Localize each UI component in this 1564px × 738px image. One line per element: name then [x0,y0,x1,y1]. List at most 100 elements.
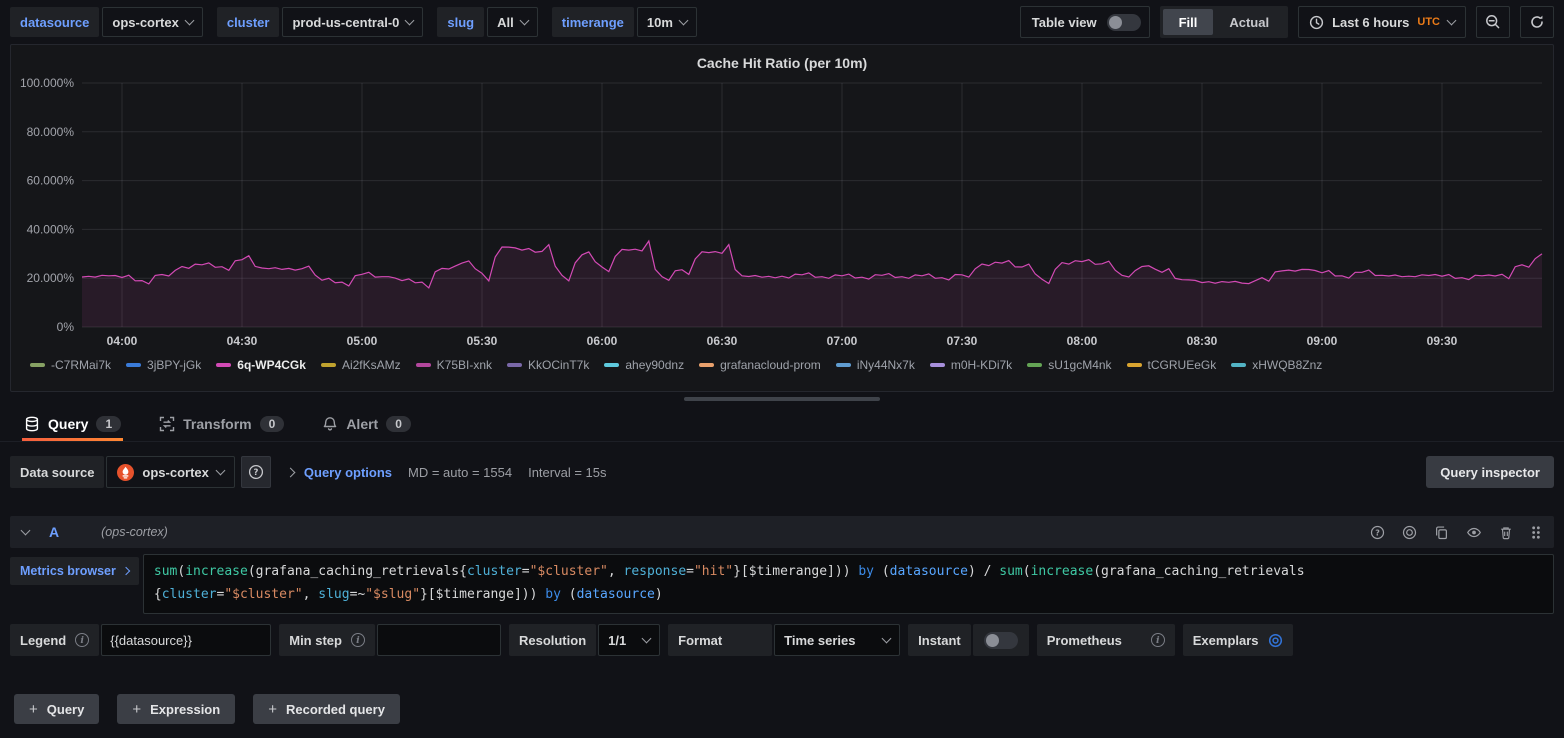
table-view-label: Table view [1032,15,1097,30]
zoom-out-icon [1485,14,1501,30]
bell-icon [322,416,338,432]
format-select[interactable]: Time series [774,624,900,656]
chevron-down-icon [519,16,529,26]
legend-swatch [507,363,522,367]
svg-text:05:30: 05:30 [467,334,498,348]
legend-item[interactable]: K75BI-xnk [416,358,492,372]
datasource-name: ops-cortex [142,465,208,480]
info-icon[interactable]: i [1151,633,1165,647]
legend-swatch [930,363,945,367]
actual-button[interactable]: Actual [1213,9,1285,35]
datasource-picker[interactable]: ops-cortex [106,456,234,488]
variable-value-slug[interactable]: All [487,7,538,37]
legend-series-name: KkOCinT7k [528,358,589,372]
record-icon[interactable] [1402,525,1417,540]
hide-icon[interactable] [1466,525,1482,540]
tab-query[interactable]: Query1 [22,410,123,441]
display-mode-group: Fill Actual [1160,6,1289,38]
query-inspector-button[interactable]: Query inspector [1426,456,1554,488]
format-value: Time series [784,633,855,648]
refresh-icon [1529,14,1545,30]
legend-item[interactable]: -C7RMai7k [30,358,111,372]
legend-swatch [1231,363,1246,367]
metrics-browser-label: Metrics browser [20,564,116,578]
metrics-browser-button[interactable]: Metrics browser [10,557,139,585]
legend-item[interactable]: KkOCinT7k [507,358,589,372]
drag-icon[interactable] [1530,525,1542,540]
time-range-picker[interactable]: Last 6 hours UTC [1298,6,1466,38]
pane-resize-handle[interactable] [684,397,880,401]
resolution-label-box: Resolution [509,624,596,656]
query-ref-id[interactable]: A [49,524,59,540]
prometheus-icon [117,464,134,481]
add-query-button[interactable]: +Query [14,694,99,724]
editor-tabs: Query1 Transform0 Alert 0 [0,406,1564,442]
tab-transform[interactable]: Transform0 [157,410,286,441]
exemplars-label: Exemplars [1193,633,1259,648]
variable-value-text: prod-us-central-0 [292,15,399,30]
add-recorded-query-button[interactable]: +Recorded query [253,694,400,724]
resolution-value: 1/1 [608,633,626,648]
min-step-input[interactable] [377,624,501,656]
variable-value-text: 10m [647,15,673,30]
legend-input[interactable] [101,624,271,656]
tab-count-badge: 0 [386,416,411,432]
query-options-toggle[interactable]: Query options [287,465,392,480]
legend-item[interactable]: ahey90dnz [604,358,684,372]
time-series-canvas[interactable]: 0%20.000%40.000%60.000%80.000%100.000%04… [18,75,1546,351]
duplicate-icon[interactable] [1434,525,1449,540]
variable-timerange: timerange 10m [552,7,697,37]
legend-item[interactable]: m0H-KDi7k [930,358,1012,372]
legend-item[interactable]: Ai2fKsAMz [321,358,401,372]
tab-alert[interactable]: Alert 0 [320,410,413,441]
legend-series-name: xHWQB8Znz [1252,358,1322,372]
fill-button[interactable]: Fill [1163,9,1214,35]
instant-toggle[interactable] [984,632,1018,649]
chevron-right-icon [122,567,130,575]
zoom-out-button[interactable] [1476,6,1510,38]
exemplars-bullseye-icon[interactable] [1268,633,1283,648]
info-icon[interactable]: i [75,633,89,647]
legend-item[interactable]: iNy44Nx7k [836,358,915,372]
legend-series-name: 6q-WP4CGk [237,358,306,372]
table-view-toggle[interactable] [1107,14,1141,31]
info-icon[interactable]: i [351,633,365,647]
legend-swatch [836,363,851,367]
variable-value-datasource[interactable]: ops-cortex [102,7,202,37]
transform-icon [159,416,175,432]
format-label-box: Format [668,624,772,656]
svg-text:07:30: 07:30 [947,334,978,348]
promql-code-line: sum(increase(grafana_caching_retrievals{… [154,560,1543,583]
button-label: Expression [150,702,220,717]
variable-value-timerange[interactable]: 10m [637,7,697,37]
legend-item[interactable]: 3jBPY-jGk [126,358,201,372]
legend-swatch [126,363,141,367]
legend-item[interactable]: 6q-WP4CGk [216,358,306,372]
legend-series-name: tCGRUEeGk [1148,358,1217,372]
query-options-row: Legendi Min stepi Resolution 1/1 Format … [10,624,1554,656]
chart-plot[interactable]: 0%20.000%40.000%60.000%80.000%100.000%04… [18,75,1546,354]
plus-icon: + [132,701,141,718]
legend-item[interactable]: tCGRUEeGk [1127,358,1217,372]
legend-item[interactable]: sU1gcM4nk [1027,358,1111,372]
legend-series-name: sU1gcM4nk [1048,358,1111,372]
help-icon[interactable]: ? [1370,525,1385,540]
collapse-chevron-icon[interactable] [21,526,31,536]
promql-editor[interactable]: sum(increase(grafana_caching_retrievals{… [143,554,1554,614]
remove-icon[interactable] [1499,525,1513,540]
refresh-button[interactable] [1520,6,1554,38]
variable-datasource: datasource ops-cortex [10,7,203,37]
add-expression-button[interactable]: + Expression [117,694,235,724]
resolution-select[interactable]: 1/1 [598,624,660,656]
tab-label: Alert [346,416,378,432]
tab-label: Query [48,416,88,432]
svg-text:20.000%: 20.000% [27,271,75,285]
variable-value-cluster[interactable]: prod-us-central-0 [282,7,423,37]
datasource-help-button[interactable]: ? [241,456,271,488]
query-editor-card: A (ops-cortex) ? Metrics browser sum(inc… [10,516,1554,614]
legend-item[interactable]: xHWQB8Znz [1231,358,1322,372]
legend-item[interactable]: grafanacloud-prom [699,358,821,372]
svg-text:0%: 0% [57,320,75,334]
legend-swatch [699,363,714,367]
chevron-down-icon [184,16,194,26]
